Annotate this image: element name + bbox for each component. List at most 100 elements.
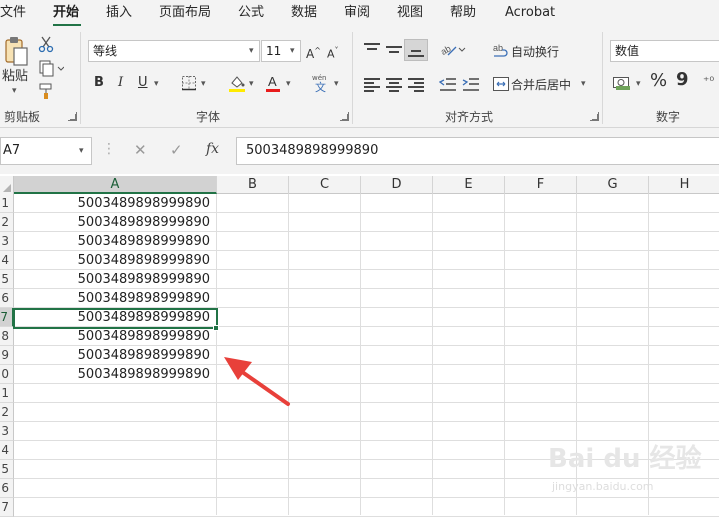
row-header[interactable]: 8 [0, 327, 14, 346]
cut-icon[interactable] [38, 35, 54, 53]
merge-center-button[interactable]: 合并后居中 [511, 76, 571, 94]
tab-help[interactable]: 帮助 [450, 4, 476, 22]
row-header[interactable]: 1 [0, 194, 14, 213]
font-family-dropdown-icon[interactable]: ▾ [249, 46, 254, 56]
tab-file[interactable]: 文件 [0, 4, 26, 22]
fill-color-icon[interactable] [228, 73, 246, 93]
cell-a1[interactable]: 5003489898999890 [14, 194, 216, 213]
font-color-icon[interactable]: A [265, 73, 281, 93]
italic-button[interactable]: I [118, 74, 123, 92]
align-middle-icon[interactable] [386, 43, 402, 57]
wrap-text-icon[interactable]: ab [492, 42, 510, 60]
decrease-indent-icon[interactable] [438, 77, 457, 93]
insert-function-button[interactable]: fx [206, 141, 219, 157]
merge-center-icon[interactable] [492, 75, 510, 93]
clipboard-launcher-icon[interactable] [68, 112, 77, 121]
column-header-e[interactable]: E [433, 176, 505, 194]
row-header[interactable]: 0 [0, 365, 14, 384]
cell-a10[interactable]: 5003489898999890 [14, 365, 216, 384]
grow-font-button[interactable]: A^ [306, 42, 321, 63]
accounting-dropdown-icon[interactable]: ▾ [636, 79, 641, 89]
wrap-text-button[interactable]: 自动换行 [511, 43, 559, 61]
cell-a4[interactable]: 5003489898999890 [14, 251, 216, 270]
column-header-d[interactable]: D [361, 176, 433, 194]
row-header[interactable]: 6 [0, 289, 14, 308]
column-header-c[interactable]: C [289, 176, 361, 194]
row-header[interactable]: 2 [0, 403, 14, 422]
format-painter-icon[interactable] [38, 82, 54, 100]
font-color-dropdown-icon[interactable]: ▾ [286, 79, 291, 89]
formula-input[interactable]: 5003489898999890 [236, 137, 719, 165]
row-header[interactable]: 3 [0, 422, 14, 441]
cell-a9[interactable]: 5003489898999890 [14, 346, 216, 365]
orientation-icon[interactable]: ab [439, 40, 466, 58]
cell-a8[interactable]: 5003489898999890 [14, 327, 216, 346]
align-center-icon[interactable] [386, 78, 402, 92]
paste-button[interactable]: 粘贴 [2, 68, 28, 86]
column-header-b[interactable]: B [217, 176, 289, 194]
row-header[interactable]: 2 [0, 213, 14, 232]
align-right-icon[interactable] [408, 78, 424, 92]
percent-style-button[interactable]: % [650, 72, 667, 90]
row-header[interactable]: 7 [0, 308, 14, 327]
tab-home[interactable]: 开始 [53, 4, 79, 22]
active-cell-a7[interactable] [13, 308, 218, 329]
tab-data[interactable]: 数据 [291, 4, 317, 22]
tab-acrobat[interactable]: Acrobat [505, 4, 555, 22]
column-header-a[interactable]: A [14, 176, 217, 194]
copy-icon[interactable] [38, 59, 65, 77]
underline-dropdown-icon[interactable]: ▾ [154, 79, 159, 89]
font-family-select[interactable]: 等线 [88, 40, 260, 62]
row-header[interactable]: 5 [0, 460, 14, 479]
row-header[interactable]: 5 [0, 270, 14, 289]
font-size-select[interactable]: 11 [261, 40, 301, 62]
row-header[interactable]: 4 [0, 251, 14, 270]
align-top-icon[interactable] [364, 43, 380, 57]
cell-a3[interactable]: 5003489898999890 [14, 232, 216, 251]
align-bottom-icon[interactable] [404, 39, 428, 61]
tab-view[interactable]: 视图 [397, 4, 423, 22]
row-header[interactable]: 3 [0, 232, 14, 251]
confirm-entry-icon[interactable]: ✓ [170, 141, 183, 159]
select-all-corner[interactable] [0, 176, 14, 194]
comma-style-button[interactable]: 9 [676, 71, 689, 89]
borders-icon[interactable] [181, 75, 197, 91]
shrink-font-button[interactable]: A˅ [327, 42, 339, 64]
font-size-dropdown-icon[interactable]: ▾ [290, 46, 295, 56]
cell-a5[interactable]: 5003489898999890 [14, 270, 216, 289]
tab-page-layout[interactable]: 页面布局 [159, 4, 211, 22]
name-box-dropdown-icon[interactable]: ▾ [79, 146, 84, 156]
tab-insert[interactable]: 插入 [106, 4, 132, 22]
accounting-format-icon[interactable] [612, 74, 634, 92]
paste-icon[interactable] [2, 36, 30, 68]
increase-decimal-icon[interactable]: ⁺⁰ [703, 74, 719, 90]
row-header[interactable]: 4 [0, 441, 14, 460]
number-group-label: 数字 [656, 110, 681, 124]
cancel-entry-icon[interactable]: ✕ [134, 141, 147, 159]
row-header[interactable]: 6 [0, 479, 14, 498]
borders-dropdown-icon[interactable]: ▾ [201, 79, 206, 89]
cell-a2[interactable]: 5003489898999890 [14, 213, 216, 232]
column-header-h[interactable]: H [649, 176, 719, 194]
row-header[interactable]: 1 [0, 384, 14, 403]
fill-handle[interactable] [213, 325, 219, 331]
column-header-g[interactable]: G [577, 176, 649, 194]
tab-review[interactable]: 审阅 [344, 4, 370, 22]
paste-dropdown-icon[interactable]: ▾ [12, 86, 17, 96]
alignment-launcher-icon[interactable] [590, 112, 599, 121]
align-left-icon[interactable] [364, 78, 380, 92]
bold-button[interactable]: B [94, 74, 104, 92]
underline-button[interactable]: U [138, 74, 148, 92]
column-header-f[interactable]: F [505, 176, 577, 194]
cell-a6[interactable]: 5003489898999890 [14, 289, 216, 308]
number-format-select[interactable]: 数值 [610, 40, 719, 62]
phonetic-dropdown-icon[interactable]: ▾ [334, 79, 339, 89]
row-header[interactable]: 7 [0, 498, 14, 517]
tab-formulas[interactable]: 公式 [238, 4, 264, 22]
fill-color-dropdown-icon[interactable]: ▾ [249, 79, 254, 89]
merge-center-dropdown-icon[interactable]: ▾ [581, 79, 586, 89]
font-launcher-icon[interactable] [340, 112, 349, 121]
increase-indent-icon[interactable] [462, 77, 480, 93]
row-header[interactable]: 9 [0, 346, 14, 365]
phonetic-guide-icon[interactable]: wén 文 [310, 72, 332, 94]
